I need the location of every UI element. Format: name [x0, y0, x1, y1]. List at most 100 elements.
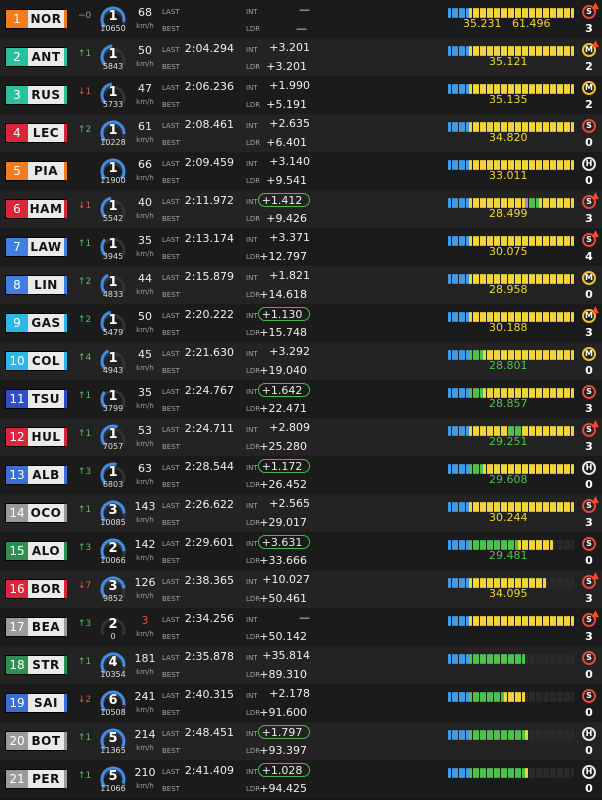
mini-sector	[448, 388, 451, 398]
interval-label: INT	[246, 426, 258, 434]
mini-sector	[448, 84, 451, 94]
interval-label: INT	[246, 692, 258, 700]
last-label: LAST	[162, 464, 180, 472]
mini-sector	[476, 46, 479, 56]
driver-row[interactable]: 9 GAS ↑2 1 5479 50 km/h LAST BEST 2:20.222 INT LDR +…	[0, 304, 602, 342]
mini-sector	[553, 388, 556, 398]
mini-sector	[560, 160, 563, 170]
driver-row[interactable]: 3 RUS ↓1 1 5733 47 km/h LAST BEST 2:06.236 INT LDR +…	[0, 76, 602, 114]
driver-row[interactable]: 10 COL ↑4 1 4943 45 km/h LAST BEST 2:21.630 INT LDR…	[0, 342, 602, 380]
gap-to-leader: +14.618	[259, 288, 307, 301]
last-label: LAST	[162, 8, 180, 16]
mini-sector	[567, 312, 570, 322]
mini-sector	[483, 578, 486, 588]
driver-row[interactable]: 5 PIA 1 11900 66 km/h LAST BEST 2:09.459 INT LDR +3…	[0, 152, 602, 190]
mini-sector	[448, 426, 451, 436]
mini-sector	[511, 692, 514, 702]
speed-value: 35	[138, 234, 152, 247]
rpm-value: 10066	[100, 556, 126, 565]
speed-unit: km/h	[136, 326, 154, 334]
last-lap-time: 2:04.294	[184, 42, 234, 55]
last-label: LAST	[162, 502, 180, 510]
gap-to-leader: +50.142	[259, 630, 307, 643]
pit-stop-count: 0	[585, 364, 593, 377]
driver-row[interactable]: 8 LIN ↑2 1 4833 44 km/h LAST BEST 2:15.879 INT LDR +…	[0, 266, 602, 304]
pit-stop-count: 0	[585, 668, 593, 681]
last-label: LAST	[162, 160, 180, 168]
driver-row[interactable]: 11 TSU ↑1 1 3799 35 km/h LAST BEST 2:24.767 INT LDR…	[0, 380, 602, 418]
sector-time: 30.188	[489, 321, 528, 334]
mini-sector	[553, 46, 556, 56]
position-number: 16	[6, 580, 28, 598]
driver-row[interactable]: 4 LEC ↑2 1 10228 61 km/h LAST BEST 2:08.461 INT LDR…	[0, 114, 602, 152]
gear-number: 1	[108, 465, 118, 480]
gap-to-leader: +50.461	[259, 592, 307, 605]
position-badge: 10 COL	[5, 351, 67, 371]
driver-row[interactable]: 13 ALB ↑3 1 6803 63 km/h LAST BEST 2:28.544 INT LDR…	[0, 456, 602, 494]
mini-sector	[532, 388, 535, 398]
gear-number: 1	[108, 351, 118, 366]
driver-row[interactable]: 20 BOT ↑1 5 11365 214 km/h LAST BEST 2:48.451 INT L…	[0, 722, 602, 760]
driver-row[interactable]: 2 ANT ↑1 1 5843 50 km/h LAST BEST 2:04.294 INT LDR +…	[0, 38, 602, 76]
mini-sector	[567, 540, 570, 550]
driver-row[interactable]: 14 OCO ↑1 3 10085 143 km/h LAST BEST 2:26.622 INT L…	[0, 494, 602, 532]
mini-sector	[462, 350, 465, 360]
driver-code: COL	[28, 352, 67, 370]
rpm-gauge: 1 5733	[98, 79, 128, 111]
mini-sector	[570, 578, 574, 588]
rpm-value: 3799	[102, 404, 124, 413]
rpm-gauge: 5 11066	[98, 763, 128, 795]
mini-sector	[476, 730, 479, 740]
mini-sector	[570, 84, 574, 94]
position-change: ↓2	[78, 695, 92, 705]
rpm-gauge: 1 3945	[98, 231, 128, 263]
mini-sector	[560, 540, 563, 550]
driver-row[interactable]: 15 ALO ↑3 2 10066 142 km/h LAST BEST 2:29.601 INT L…	[0, 532, 602, 570]
mini-sector	[553, 540, 556, 550]
position-badge: 21 PER	[5, 769, 67, 789]
mini-sector	[469, 312, 472, 322]
last-label: LAST	[162, 654, 180, 662]
position-number: 21	[6, 770, 28, 788]
mini-sector	[570, 274, 574, 284]
position-number: 5	[6, 162, 28, 180]
interval-label: INT	[246, 160, 258, 168]
interval-value: +35.814	[262, 649, 310, 662]
mini-sector	[462, 426, 465, 436]
mini-sector	[469, 578, 472, 588]
position-badge: 17 BEA	[5, 617, 67, 637]
timing-board: 1 NOR −0 1 10650 68 km/h LAST BEST INT LDR — —35.231…	[0, 0, 602, 800]
mini-sector	[455, 616, 458, 626]
mini-sector	[532, 236, 535, 246]
mini-sector	[546, 578, 549, 588]
speed-value: 126	[134, 576, 156, 589]
interval-label: INT	[246, 46, 258, 54]
speed-value: 181	[134, 652, 156, 665]
driver-code: STR	[28, 656, 67, 674]
driver-row[interactable]: 1 NOR −0 1 10650 68 km/h LAST BEST INT LDR — —35.231…	[0, 0, 602, 38]
driver-row[interactable]: 7 LAW ↑1 1 3945 35 km/h LAST BEST 2:13.174 INT LDR +…	[0, 228, 602, 266]
driver-row[interactable]: 17 BEA ↑3 2 0 3 km/h LAST BEST 2:34.256 INT LDR — +50…	[0, 608, 602, 646]
sector-time: 33.011	[489, 169, 528, 182]
mini-sector	[462, 236, 465, 246]
mini-sector	[570, 540, 574, 550]
driver-row[interactable]: 19 SAI ↓2 6 10508 241 km/h LAST BEST 2:40.315 INT L…	[0, 684, 602, 722]
speed-unit: km/h	[136, 554, 154, 562]
mini-sector	[462, 46, 465, 56]
rpm-value: 11365	[100, 746, 126, 755]
driver-row[interactable]: 6 HAM ↓1 1 5542 40 km/h LAST BEST 2:11.972 INT LDR +…	[0, 190, 602, 228]
driver-row[interactable]: 21 PER ↑1 5 11066 210 km/h LAST BEST 2:41.409 INT L…	[0, 760, 602, 798]
driver-row[interactable]: 16 BOR ↓7 3 9852 126 km/h LAST BEST 2:38.365 INT LD…	[0, 570, 602, 608]
position-number: 18	[6, 656, 28, 674]
sector-time: 35.121	[489, 55, 528, 68]
mini-sector	[560, 8, 563, 18]
mini-sector	[469, 464, 472, 474]
driver-row[interactable]: 12 HUL ↑1 1 7057 53 km/h LAST BEST 2:24.711 INT LDR…	[0, 418, 602, 456]
pit-stop-count: 0	[585, 478, 593, 491]
driver-row[interactable]: 18 STR ↑1 4 10354 181 km/h LAST BEST 2:35.878 INT L…	[0, 646, 602, 684]
mini-sector	[490, 768, 493, 778]
mini-sectors	[448, 692, 574, 702]
flame-icon: ▲	[592, 191, 599, 201]
mini-sector	[448, 502, 451, 512]
mini-sector	[504, 730, 507, 740]
